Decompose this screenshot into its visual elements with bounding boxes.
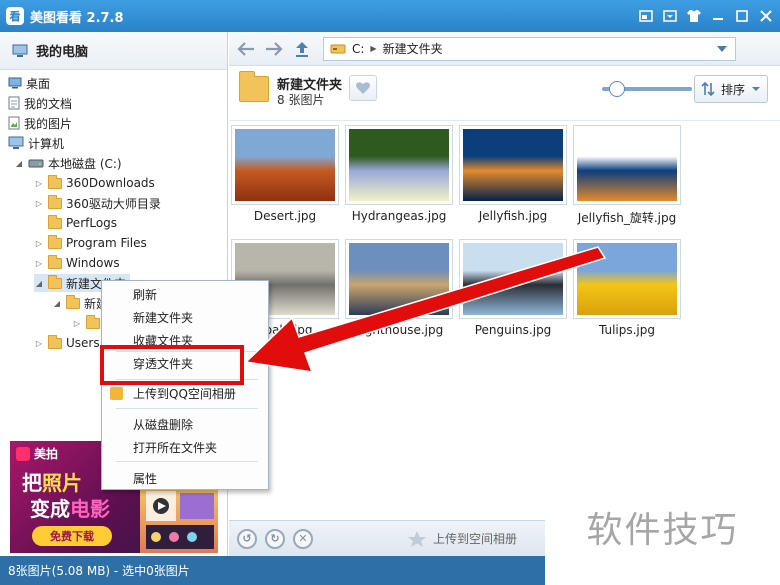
watermark: 软件技巧 — [545, 468, 780, 585]
